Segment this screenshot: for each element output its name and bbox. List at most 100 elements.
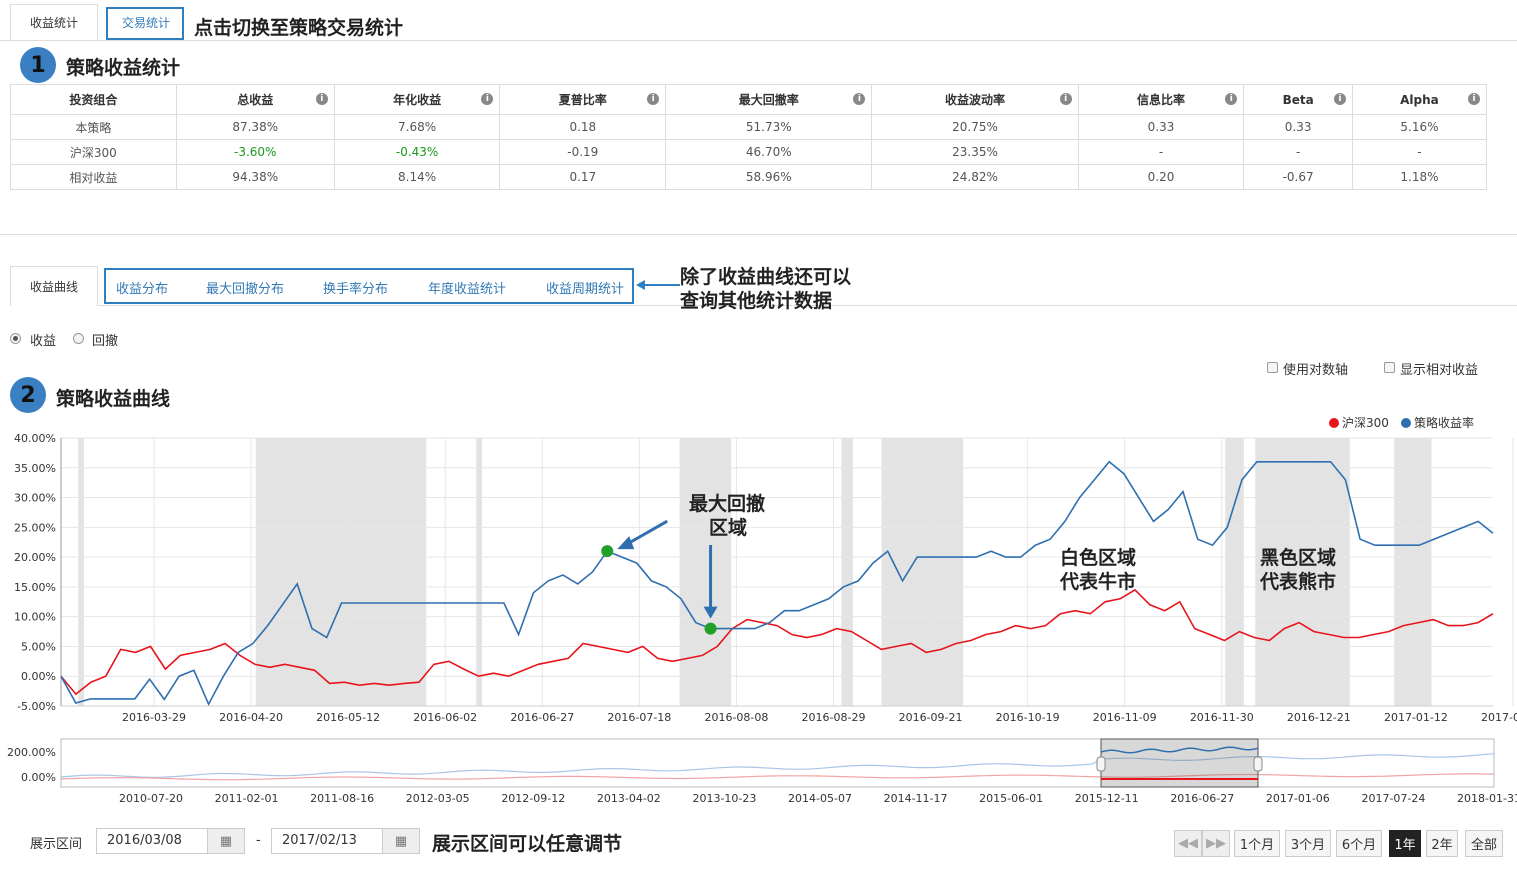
tab-return-distribution[interactable]: 收益分布: [116, 278, 168, 297]
section1-number: 1: [20, 47, 56, 83]
navigator-x-label: 2013-10-23: [692, 792, 756, 805]
table-cell: 0.20: [1077, 164, 1245, 190]
checkbox-relative-return[interactable]: [1384, 362, 1395, 373]
stats-table: 投资组合 总收益 i 年化收益 i 夏普比率 i 最大回撤率 i 收益波动率 i 信息比率…: [10, 84, 1488, 190]
prev-range-icon[interactable]: ◀◀: [1174, 830, 1202, 857]
annotation-white-2: 代表牛市: [1060, 571, 1137, 593]
start-date-input[interactable]: 2016/03/08: [96, 828, 208, 854]
col-portfolio: 投资组合: [10, 84, 177, 115]
radio-returns-label: 收益: [30, 334, 57, 349]
legend-marker: [1401, 418, 1411, 428]
table-cell: 沪深300: [10, 139, 177, 165]
bear-market-band: [476, 438, 483, 706]
tab-turnover-distribution[interactable]: 换手率分布: [323, 278, 388, 297]
table-cell: -0.43%: [333, 139, 501, 165]
table-cell: -: [1243, 139, 1353, 165]
annotation-black-2: 代表熊市: [1260, 571, 1337, 593]
navigator-x-label: 2012-03-05: [406, 792, 470, 805]
y-tick-label: 15.00%: [14, 581, 56, 594]
col-sharpe: 夏普比率 i: [499, 84, 667, 115]
range-1m-button[interactable]: 1个月: [1234, 830, 1280, 857]
info-icon[interactable]: i: [481, 93, 494, 105]
navigator-x-label: 2011-08-16: [310, 792, 374, 805]
table-cell: 5.16%: [1351, 114, 1488, 140]
navigator-x-label: 2013-04-02: [597, 792, 661, 805]
col-max-drawdown: 最大回撤率 i: [665, 84, 873, 115]
range-label: 展示区间: [30, 837, 83, 852]
bear-market-band: [78, 438, 84, 706]
tab-returns-stats[interactable]: 收益统计: [10, 4, 98, 40]
x-tick-label: 2017-02-09: [1481, 711, 1517, 724]
col-beta: Beta i: [1243, 84, 1353, 115]
navigator-frame: [60, 738, 1495, 788]
end-date-input[interactable]: 2017/02/13: [271, 828, 383, 854]
table-cell: 相对收益: [10, 164, 177, 190]
tab-return-cycle-stats[interactable]: 收益周期统计: [546, 278, 624, 297]
annotation-switch: 点击切换至策略交易统计: [194, 17, 404, 39]
info-icon[interactable]: i: [1333, 93, 1346, 105]
x-tick-label: 2016-08-08: [704, 711, 768, 724]
tab-annual-return-stats[interactable]: 年度收益统计: [428, 278, 506, 297]
navigator-x-label: 2011-02-01: [215, 792, 279, 805]
range-1y-button[interactable]: 1年: [1389, 830, 1421, 857]
x-tick-label: 2016-06-02: [413, 711, 477, 724]
checkbox-log-axis-label: 使用对数轴: [1283, 363, 1349, 378]
table-cell: -0.67: [1243, 164, 1353, 190]
calendar-icon[interactable]: ▦: [382, 828, 420, 854]
tab-underline: [0, 40, 1517, 41]
navigator-handle: [1253, 756, 1263, 772]
x-tick-label: 2016-10-19: [996, 711, 1060, 724]
range-6m-button[interactable]: 6个月: [1336, 830, 1382, 857]
table-cell: 0.33: [1243, 114, 1353, 140]
tab-return-curve[interactable]: 收益曲线: [10, 266, 98, 306]
navigator-x-label: 2017-07-24: [1361, 792, 1425, 805]
table-cell: 51.73%: [665, 114, 873, 140]
navigator-chart[interactable]: 200.00% 0.00% 2010-07-20 2011-02-01 2011-08-…: [0, 735, 1517, 807]
x-tick-label: 2017-01-12: [1384, 711, 1448, 724]
tab-max-drawdown-distribution[interactable]: 最大回撤分布: [206, 278, 284, 297]
radio-returns[interactable]: [10, 333, 21, 344]
table-row: 沪深300 -3.60% -0.43% -0.19 46.70% 23.35% …: [10, 139, 1488, 165]
legend-label: 沪深300: [1342, 416, 1389, 430]
radio-drawdown[interactable]: [73, 333, 84, 344]
legend-marker: [1329, 418, 1339, 428]
info-icon[interactable]: i: [647, 93, 660, 105]
info-icon[interactable]: i: [853, 93, 866, 105]
y-tick-label: 5.00%: [21, 640, 56, 653]
navigator-x-label: 2015-06-01: [979, 792, 1043, 805]
calendar-icon[interactable]: ▦: [207, 828, 245, 854]
info-icon[interactable]: i: [1468, 93, 1480, 105]
table-cell: -3.60%: [175, 139, 335, 165]
y-tick-label: 20.00%: [14, 551, 56, 564]
range-2y-button[interactable]: 2年: [1426, 830, 1458, 857]
navigator-x-label: 2014-11-17: [884, 792, 948, 805]
x-tick-label: 2016-07-18: [607, 711, 671, 724]
x-tick-label: 2016-11-09: [1093, 711, 1157, 724]
table-cell: -: [1351, 139, 1488, 165]
info-icon[interactable]: i: [315, 93, 328, 105]
table-cell: 8.14%: [333, 164, 501, 190]
table-cell: 0.18: [499, 114, 667, 140]
navigator-x-label: 2014-05-07: [788, 792, 852, 805]
table-cell: -0.19: [499, 139, 667, 165]
bear-market-band: [881, 438, 964, 706]
annotation-range-adjust: 展示区间可以任意调节: [432, 833, 623, 855]
section-divider: [0, 234, 1517, 235]
next-range-icon[interactable]: ▶▶: [1202, 830, 1230, 857]
table-row: 相对收益 94.38% 8.14% 0.17 58.96% 24.82% 0.2…: [10, 164, 1488, 190]
y-tick-label: -5.00%: [17, 700, 56, 713]
checkbox-log-axis[interactable]: [1267, 362, 1278, 373]
x-tick-label: 2016-06-27: [510, 711, 574, 724]
x-tick-label: 2016-09-21: [899, 711, 963, 724]
checkbox-relative-return-label: 显示相对收益: [1400, 363, 1479, 378]
navigator-y-label: 200.00%: [7, 746, 56, 759]
highlight-trade-tab: [106, 7, 184, 40]
info-icon[interactable]: i: [1225, 93, 1238, 105]
info-icon[interactable]: i: [1059, 93, 1072, 105]
range-all-button[interactable]: 全部: [1465, 830, 1503, 857]
navigator-handle: [1096, 756, 1106, 772]
radio-drawdown-label: 回撤: [92, 334, 119, 349]
y-tick-label: 35.00%: [14, 462, 56, 475]
range-3m-button[interactable]: 3个月: [1285, 830, 1331, 857]
col-volatility: 收益波动率 i: [871, 84, 1079, 115]
